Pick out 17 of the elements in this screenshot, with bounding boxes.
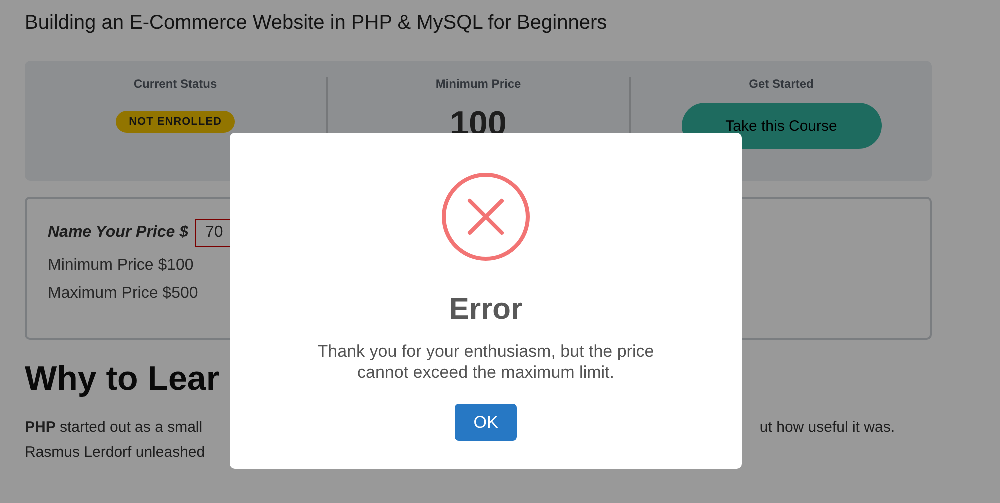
page-title: Building an E-Commerce Website in PHP & MySQL for Beginners <box>25 11 608 36</box>
dialog-message: Thank you for your enthusiasm, but the price cannot exceed the maximum limit. <box>316 341 656 383</box>
maximum-price-text: Maximum Price $500 <box>48 285 200 303</box>
section-heading: Why to Lear <box>25 360 220 399</box>
take-course-button[interactable]: Take this Course <box>682 103 882 149</box>
paragraph-text: ut how useful it was. <box>760 419 895 436</box>
summary-label: Current Status <box>134 77 218 91</box>
status-badge: NOT ENROLLED <box>116 111 235 133</box>
paragraph-text: Rasmus Lerdorf unleashed <box>25 444 206 461</box>
paragraph-text: PHP started out as a small <box>25 419 203 436</box>
summary-label: Get Started <box>749 77 814 91</box>
summary-label: Minimum Price <box>436 77 522 91</box>
ok-button[interactable]: OK <box>455 404 517 441</box>
price-label: Name Your Price $ <box>48 224 189 242</box>
error-icon <box>442 173 530 261</box>
dialog-title: Error <box>449 293 523 327</box>
minimum-price-text: Minimum Price $100 <box>48 257 195 275</box>
